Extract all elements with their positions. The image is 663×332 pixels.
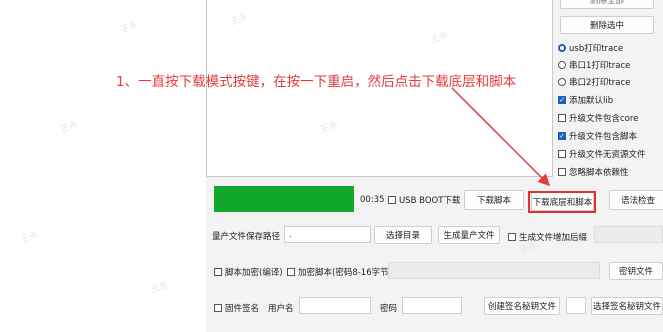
annotation-arrow-icon: [451, 87, 551, 187]
